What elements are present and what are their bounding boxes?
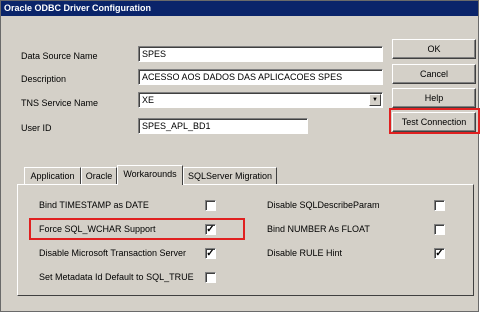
tns-service-label: TNS Service Name [21,98,99,108]
tab-application[interactable]: Application [24,167,81,184]
option-label: Bind TIMESTAMP as DATE [39,200,149,210]
option-label: Disable RULE Hint [267,248,343,258]
disable-rule-hint-checkbox[interactable]: ✓ [434,248,445,259]
disable-sqldescribeparam-checkbox[interactable] [434,200,445,211]
bind-number-float-checkbox[interactable] [434,224,445,235]
data-source-label: Data Source Name [21,51,98,61]
option-label: Disable Microsoft Transaction Server [39,248,187,258]
disable-mts-checkbox[interactable]: ✓ [205,248,216,259]
tab-sqlserver-migration[interactable]: SQLServer Migration [183,167,277,184]
tab-oracle[interactable]: Oracle [81,167,117,184]
tab-workarounds[interactable]: Workarounds [117,165,183,185]
help-button[interactable]: Help [392,88,476,108]
ok-button[interactable]: OK [392,39,476,59]
option-label: Set Metadata Id Default to SQL_TRUE [39,272,194,282]
chevron-down-icon[interactable]: ▼ [369,94,381,106]
cancel-button[interactable]: Cancel [392,64,476,84]
data-source-field[interactable]: SPES [138,46,383,62]
bind-timestamp-checkbox[interactable] [205,200,216,211]
option-label: Bind NUMBER As FLOAT [267,224,370,234]
force-sql-wchar-highlight [29,218,245,240]
option-label: Disable SQLDescribeParam [267,200,380,210]
test-connection-highlight [389,108,480,134]
tns-service-select[interactable]: XE ▼ [138,92,383,108]
user-id-field[interactable]: SPES_APL_BD1 [138,118,308,134]
checkmark-icon: ✓ [435,248,444,259]
description-label: Description [21,74,67,84]
tns-service-value: XE [142,95,155,105]
checkmark-icon: ✓ [206,248,215,259]
set-metadata-id-checkbox[interactable] [205,272,216,283]
user-id-label: User ID [21,123,52,133]
description-field[interactable]: ACESSO AOS DADOS DAS APLICACOES SPES [138,69,383,85]
window-title: Oracle ODBC Driver Configuration [1,1,478,16]
odbc-config-dialog: Oracle ODBC Driver Configuration Data So… [0,0,480,312]
